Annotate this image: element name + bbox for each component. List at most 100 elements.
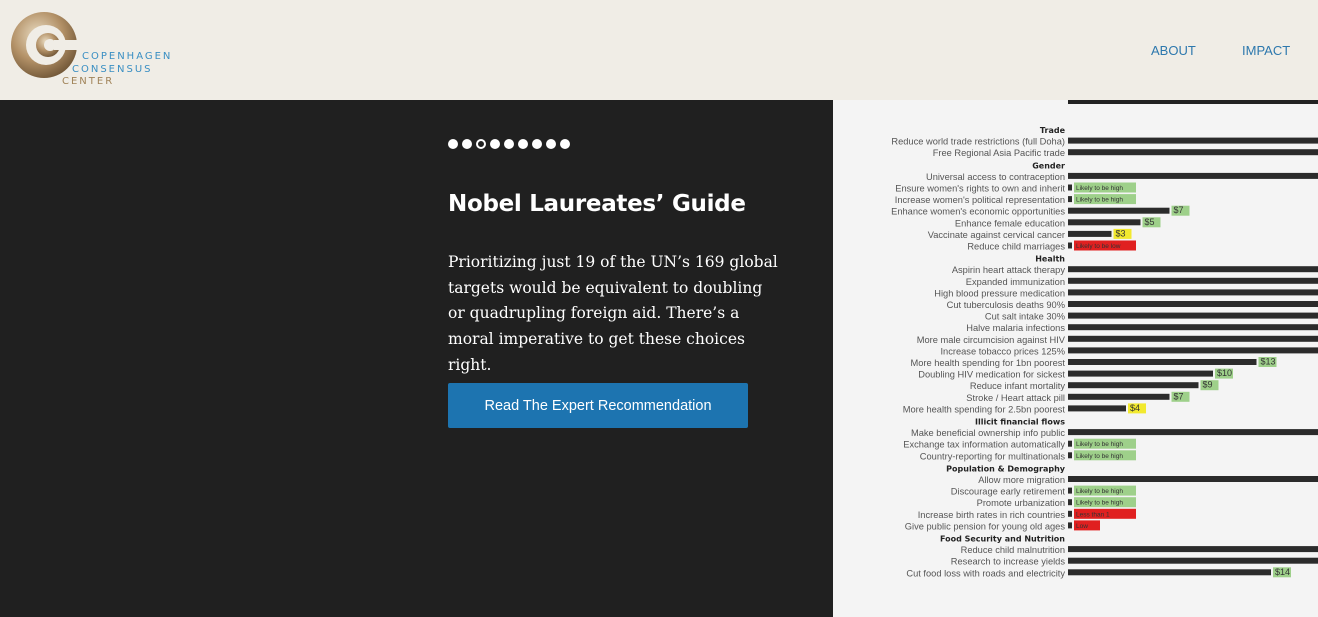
chart-value-label: Likely to be low <box>1076 243 1121 250</box>
logo-line-3: CENTER <box>62 76 115 87</box>
chart-row-label: Halve malaria infections <box>966 323 1065 333</box>
logo-line-1: COPENHAGEN <box>82 51 173 62</box>
chart-value-label: $9 <box>1203 380 1213 390</box>
chart-value-label: $14 <box>1275 567 1290 577</box>
chart-bar <box>1068 137 1318 144</box>
slide-dot[interactable] <box>504 139 514 149</box>
chart-bar <box>1068 546 1318 553</box>
chart-bar <box>1068 370 1213 377</box>
chart-value-label: $3 <box>1116 228 1126 238</box>
chart-value-label: $7 <box>1174 205 1184 215</box>
slide-indicators <box>448 139 570 149</box>
logo-wordmark: COPENHAGEN CONSENSUS CENTER <box>62 51 173 89</box>
slide-dot[interactable] <box>518 139 528 149</box>
chart-bar <box>1068 499 1072 506</box>
chart-bar <box>1068 393 1170 400</box>
slide-dot[interactable] <box>462 139 472 149</box>
chart-value-label: Low <box>1076 523 1088 530</box>
chart-bar <box>1068 266 1318 273</box>
hero-title: Nobel Laureates’ Guide <box>448 191 746 217</box>
nav-impact[interactable]: IMPACT <box>1242 43 1290 58</box>
copenhagen-consensus-logo-icon <box>11 12 78 78</box>
chart-row-label: Country-reporting for multinationals <box>920 451 1066 461</box>
chart-value-label: Likely to be high <box>1076 488 1123 495</box>
chart-bar <box>1068 301 1318 307</box>
chart-value-label: $10 <box>1217 368 1232 378</box>
chart-value-label: $13 <box>1261 357 1276 367</box>
chart-bar <box>1068 487 1072 494</box>
hero-body: Prioritizing just 19 of the UN’s 169 glo… <box>448 253 778 374</box>
chart-row-label: Discourage early retirement <box>951 487 1066 497</box>
chart-row-label: Stroke / Heart attack pill <box>966 393 1065 403</box>
chart-value-label: Likely to be high <box>1076 500 1123 507</box>
chart-row-label: More health spending for 1bn poorest <box>910 358 1065 368</box>
chart-bar <box>1068 324 1318 331</box>
chart-row-label: Reduce infant mortality <box>970 381 1065 391</box>
chart-value-label: Likely to be high <box>1076 185 1123 192</box>
chart-bar <box>1068 172 1318 179</box>
chart-bar <box>1068 522 1072 529</box>
chart-row-label: Research to increase yields <box>951 557 1066 567</box>
chart-bar <box>1068 347 1318 354</box>
site-header: COPENHAGEN CONSENSUS CENTER ABOUT IMPACT <box>0 0 1318 100</box>
chart-row-label: More health spending for 2.5bn poorest <box>903 404 1066 414</box>
chart-bar <box>1068 277 1318 284</box>
read-recommendation-button[interactable]: Read The Expert Recommendation <box>448 383 748 428</box>
chart-row-label: Cut salt intake 30% <box>985 312 1065 322</box>
chart-row-label: Promote urbanization <box>977 498 1065 508</box>
chart-row-label: Enhance women's economic opportunities <box>891 207 1065 217</box>
chart-row-label: Increase tobacco prices 125% <box>940 346 1065 356</box>
chart-bar <box>1068 207 1170 214</box>
chart-bar <box>1068 335 1318 342</box>
cost-benefit-chart: Trade Reduce world trade restrictions (fu… <box>891 100 1318 578</box>
chart-bar <box>1068 149 1318 156</box>
chart-bar <box>1068 452 1072 459</box>
chart-bar <box>1068 405 1126 412</box>
chart-section-heading: Trade <box>1040 126 1066 135</box>
chart-row-label: Enhance female education <box>955 218 1065 228</box>
slide-dot[interactable] <box>546 139 556 149</box>
logo-line-2: CONSENSUS <box>72 63 153 75</box>
chart-value-label: Likely to be high <box>1076 197 1123 204</box>
chart-section-heading: Gender <box>1032 161 1065 170</box>
chart-row-label: Cut tuberculosis deaths 90% <box>947 300 1065 310</box>
chart-bar <box>1068 312 1318 319</box>
nav-about[interactable]: ABOUT <box>1151 43 1196 58</box>
chart-value-label: Less than 1 <box>1076 511 1110 518</box>
slide-image-chart: Trade Reduce world trade restrictions (fu… <box>833 100 1318 617</box>
chart-row-label: Expanded immunization <box>966 277 1065 287</box>
chart-section-heading: Illicit financial flows <box>975 418 1065 427</box>
chart-bar <box>1068 510 1072 517</box>
chart-row-label: More male circumcision against HIV <box>917 335 1066 345</box>
chart-row-label: Aspirin heart attack therapy <box>952 265 1066 275</box>
chart-row-label: Exchange tax information automatically <box>903 440 1065 450</box>
chart-row-label: Cut food loss with roads and electricity <box>906 568 1065 578</box>
slide-dot[interactable] <box>448 139 458 149</box>
chart-bar <box>1068 196 1072 203</box>
chart-row-label: Increase birth rates in rich countries <box>918 510 1066 520</box>
chart-bar <box>1068 219 1141 226</box>
slide-dot[interactable] <box>560 139 570 149</box>
chart-bar <box>1068 429 1318 436</box>
chart-row-label: Increase women's political representatio… <box>895 195 1065 205</box>
slide-dot[interactable] <box>476 139 486 149</box>
chart-bar <box>1068 476 1318 482</box>
hero-slide: Nobel Laureates’ Guide Prioritizing just… <box>0 100 833 617</box>
chart-value-label: $7 <box>1174 391 1184 401</box>
chart-row-label: Doubling HIV medication for sickest <box>918 370 1065 380</box>
slide-dot[interactable] <box>532 139 542 149</box>
chart-bar <box>1068 557 1318 564</box>
chart-row-label: Universal access to contraception <box>926 172 1065 182</box>
chart-bar <box>1068 242 1072 249</box>
chart-bar <box>1068 440 1072 447</box>
logo[interactable]: COPENHAGEN CONSENSUS CENTER <box>10 11 180 91</box>
slide-dot[interactable] <box>490 139 500 149</box>
chart-value-label: $5 <box>1145 217 1155 227</box>
chart-bar <box>1068 359 1257 365</box>
chart-value-label: $4 <box>1130 403 1140 413</box>
chart-row-label: Reduce child marriages <box>967 242 1065 252</box>
chart-bar <box>1068 382 1199 389</box>
chart-section-heading: Food Security and Nutrition <box>940 535 1065 544</box>
chart-row-label: Allow more migration <box>978 475 1065 485</box>
chart-row-label: Reduce world trade restrictions (full Do… <box>891 137 1065 147</box>
